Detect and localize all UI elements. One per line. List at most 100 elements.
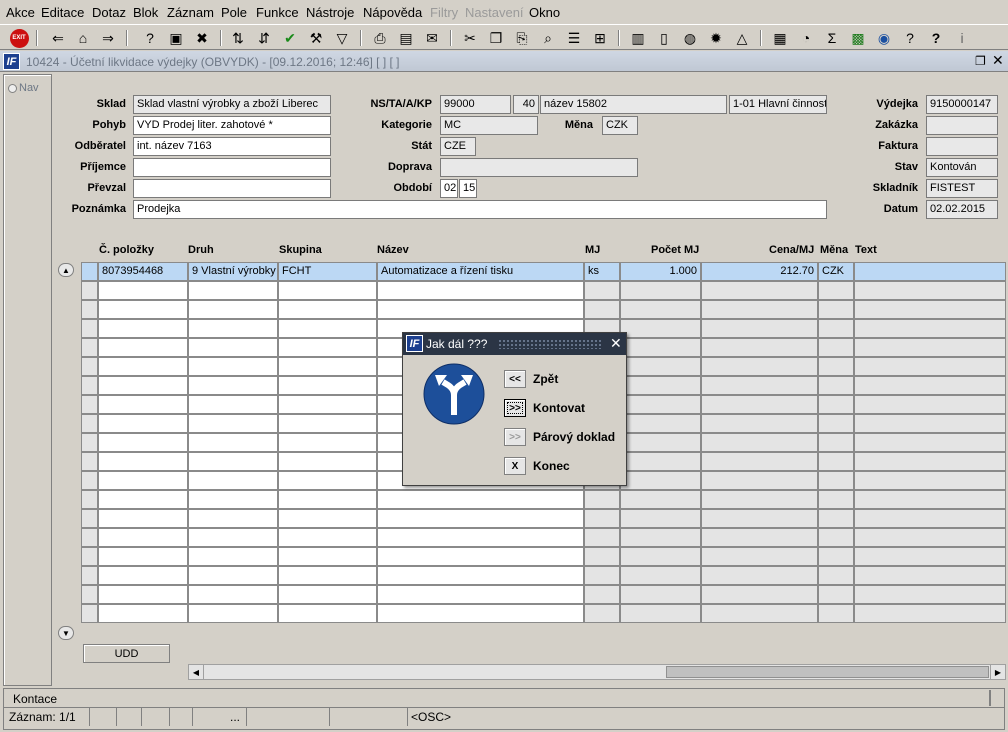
zpet-button[interactable]: << bbox=[504, 370, 526, 388]
grid-cell[interactable] bbox=[854, 338, 1006, 357]
odberatel-field[interactable]: int. název 7163 bbox=[133, 137, 331, 156]
wrench-icon[interactable]: ⚒ bbox=[306, 28, 326, 48]
grid-cell[interactable] bbox=[81, 509, 98, 528]
stat-field[interactable]: CZE bbox=[440, 137, 476, 156]
clock-icon[interactable]: ◔ bbox=[796, 28, 816, 48]
grid-cell[interactable] bbox=[854, 547, 1006, 566]
grid-cell[interactable] bbox=[81, 471, 98, 490]
grid-cell[interactable] bbox=[98, 376, 188, 395]
grid-cell[interactable] bbox=[701, 376, 818, 395]
grid-cell[interactable] bbox=[98, 471, 188, 490]
ns-field[interactable]: 99000 bbox=[440, 95, 511, 114]
grid-cell[interactable] bbox=[188, 566, 278, 585]
stav-field[interactable]: Kontován bbox=[926, 158, 998, 177]
grid-cell[interactable] bbox=[854, 376, 1006, 395]
grid-cell[interactable] bbox=[584, 490, 620, 509]
grid-cell[interactable] bbox=[701, 547, 818, 566]
grid-cell[interactable] bbox=[81, 395, 98, 414]
grid-cell[interactable] bbox=[377, 528, 584, 547]
sort-desc-icon[interactable]: ⇵ bbox=[254, 28, 274, 48]
grid-cell[interactable] bbox=[701, 566, 818, 585]
grid-cell[interactable] bbox=[701, 585, 818, 604]
grid-cell[interactable] bbox=[620, 433, 701, 452]
grid-cell[interactable] bbox=[701, 357, 818, 376]
grid-cell[interactable] bbox=[81, 604, 98, 623]
grid-cell[interactable] bbox=[188, 338, 278, 357]
dialog-title-bar[interactable]: IF Jak dál ??? ✕ bbox=[403, 333, 626, 355]
grid-cell[interactable] bbox=[188, 281, 278, 300]
grid-cell[interactable] bbox=[278, 319, 377, 338]
query-icon[interactable]: ? bbox=[140, 28, 160, 48]
grid-cell[interactable] bbox=[278, 585, 377, 604]
grid-cell[interactable] bbox=[620, 300, 701, 319]
close-icon[interactable]: ✕ bbox=[992, 52, 1004, 69]
grid-cell[interactable] bbox=[98, 604, 188, 623]
record-prev-icon[interactable]: ⇐ bbox=[48, 28, 68, 48]
web-icon[interactable]: ◉ bbox=[874, 28, 894, 48]
grid-cell[interactable] bbox=[818, 547, 854, 566]
grid-cell[interactable] bbox=[818, 338, 854, 357]
grid-cell[interactable] bbox=[818, 452, 854, 471]
grid-cell[interactable] bbox=[278, 300, 377, 319]
cell-mena[interactable]: CZK bbox=[818, 262, 854, 281]
mail-icon[interactable]: ✉ bbox=[422, 28, 442, 48]
grid-cell[interactable] bbox=[818, 300, 854, 319]
grid-cell[interactable] bbox=[188, 433, 278, 452]
cell-cena[interactable]: 212.70 bbox=[701, 262, 818, 281]
grid-cell[interactable] bbox=[620, 490, 701, 509]
ta-field[interactable]: 40 bbox=[513, 95, 539, 114]
grid-cell[interactable] bbox=[854, 490, 1006, 509]
horizontal-scrollbar[interactable]: ◀ ▶ bbox=[188, 664, 1006, 680]
grid-cell[interactable] bbox=[854, 471, 1006, 490]
info-icon[interactable]: i bbox=[952, 28, 972, 48]
obdobi-month-field[interactable]: 02 bbox=[440, 179, 458, 198]
nav-radio-icon[interactable] bbox=[8, 84, 17, 93]
save-icon[interactable]: ▣ bbox=[166, 28, 186, 48]
grid-cell[interactable] bbox=[98, 357, 188, 376]
skladnik-field[interactable]: FISTEST bbox=[926, 179, 998, 198]
grid-cell[interactable] bbox=[701, 490, 818, 509]
grid-cell[interactable] bbox=[818, 528, 854, 547]
grid-cell[interactable] bbox=[98, 338, 188, 357]
mena-field[interactable]: CZK bbox=[602, 116, 638, 135]
home-icon[interactable]: ⌂ bbox=[73, 28, 93, 48]
cell-mj[interactable]: ks bbox=[584, 262, 620, 281]
doprava-field[interactable] bbox=[440, 158, 638, 177]
helm-icon[interactable]: ✹ bbox=[706, 28, 726, 48]
kontovat-button[interactable]: >> bbox=[504, 399, 526, 417]
grid-cell[interactable] bbox=[701, 452, 818, 471]
grid-cell[interactable] bbox=[854, 509, 1006, 528]
dialog-close-icon[interactable]: ✕ bbox=[610, 335, 622, 352]
grid-cell[interactable] bbox=[701, 300, 818, 319]
udd-button[interactable]: UDD bbox=[83, 644, 170, 663]
grid-cell[interactable] bbox=[278, 433, 377, 452]
grid-cell[interactable] bbox=[377, 566, 584, 585]
cell-druh[interactable]: 9 Vlastní výrobky bbox=[188, 262, 278, 281]
obdobi-year-field[interactable]: 15 bbox=[459, 179, 477, 198]
grid-cell[interactable] bbox=[818, 319, 854, 338]
grid-cell[interactable] bbox=[620, 357, 701, 376]
cell-polozka[interactable]: 8073954468 bbox=[98, 262, 188, 281]
filter-icon[interactable]: ▽ bbox=[332, 28, 352, 48]
menu-zaznam[interactable]: Záznam bbox=[167, 5, 214, 20]
grid-cell[interactable] bbox=[81, 319, 98, 338]
grid-cell[interactable] bbox=[98, 433, 188, 452]
grid-cell[interactable] bbox=[81, 376, 98, 395]
scroll-right-icon[interactable]: ▶ bbox=[990, 665, 1005, 679]
grid-cell[interactable] bbox=[98, 490, 188, 509]
menu-editace[interactable]: Editace bbox=[41, 5, 84, 20]
check-icon[interactable]: ✔ bbox=[280, 28, 300, 48]
scroll-down-icon[interactable]: ▼ bbox=[58, 626, 74, 640]
grid-cell[interactable] bbox=[377, 585, 584, 604]
grid-cell[interactable] bbox=[701, 433, 818, 452]
grid-cell[interactable] bbox=[584, 547, 620, 566]
grid-cell[interactable] bbox=[278, 528, 377, 547]
copy-icon[interactable]: ❐ bbox=[486, 28, 506, 48]
cell-pocet[interactable]: 1.000 bbox=[620, 262, 701, 281]
chart-icon[interactable]: ▦ bbox=[770, 28, 790, 48]
grid-cell[interactable] bbox=[98, 585, 188, 604]
grid-cell[interactable] bbox=[854, 604, 1006, 623]
grid-cell[interactable] bbox=[854, 281, 1006, 300]
sum-icon[interactable]: Σ bbox=[822, 28, 842, 48]
grid-cell[interactable] bbox=[188, 414, 278, 433]
